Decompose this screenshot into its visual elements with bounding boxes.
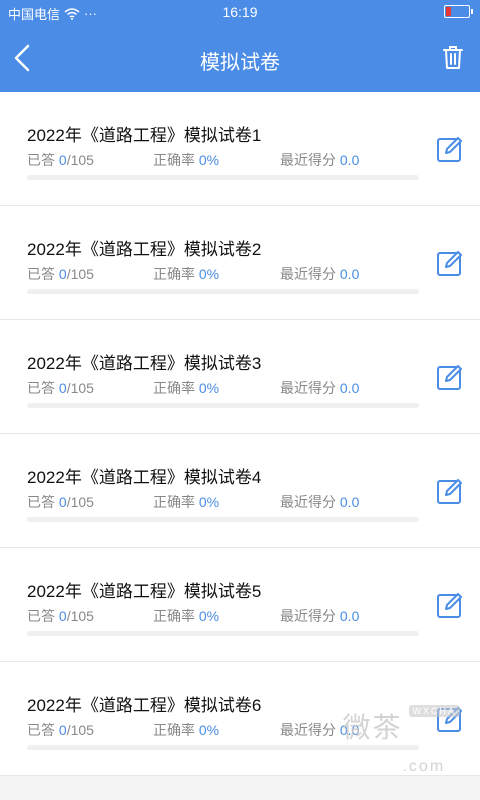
answered-value: 0	[58, 380, 67, 396]
page-title: 模拟试卷	[200, 52, 280, 74]
paper-card[interactable]: 2022年《道路工程》模拟试卷5 已答 0/105 正确率 0% 最近得分 0.…	[0, 548, 480, 662]
answered-stat: 已答 0/105	[27, 378, 94, 398]
score-label: 最近得分	[280, 152, 340, 168]
status-time: 16:19	[222, 4, 258, 20]
score-stat: 最近得分 0.0	[280, 378, 359, 398]
score-label: 最近得分	[280, 494, 340, 510]
paper-list: 2022年《道路工程》模拟试卷1 已答 0/105 正确率 0% 最近得分 0.…	[0, 92, 480, 776]
total-value: /105	[66, 266, 94, 282]
accuracy-label: 正确率	[153, 608, 199, 624]
nav-bar: 模拟试卷	[0, 24, 480, 92]
battery-level	[446, 7, 451, 16]
accuracy-label: 正确率	[153, 380, 199, 396]
answered-stat: 已答 0/105	[27, 720, 94, 740]
accuracy-stat: 正确率 0%	[153, 150, 219, 170]
answered-value: 0	[58, 494, 67, 510]
score-label: 最近得分	[280, 722, 340, 738]
paper-title: 2022年《道路工程》模拟试卷6	[27, 696, 262, 715]
watermark-text: 微茶	[342, 712, 403, 743]
accuracy-label: 正确率	[153, 722, 199, 738]
answered-label: 已答	[27, 380, 59, 396]
edit-icon[interactable]	[436, 477, 464, 505]
accuracy-label: 正确率	[153, 494, 199, 510]
edit-icon[interactable]	[436, 363, 464, 391]
answered-value: 0	[58, 722, 67, 738]
progress-bar	[27, 517, 419, 522]
score-value: 0.0	[339, 608, 360, 624]
answered-label: 已答	[27, 494, 59, 510]
total-value: /105	[66, 722, 94, 738]
score-stat: 最近得分 0.0	[280, 492, 359, 512]
accuracy-stat: 正确率 0%	[153, 492, 219, 512]
score-value: 0.0	[339, 380, 360, 396]
total-value: /105	[66, 608, 94, 624]
status-bar: 中国电信 ··· 16:19	[0, 0, 480, 24]
trash-icon[interactable]	[442, 44, 464, 70]
score-value: 0.0	[339, 494, 360, 510]
score-stat: 最近得分 0.0	[280, 264, 359, 284]
edit-icon[interactable]	[436, 249, 464, 277]
progress-bar	[27, 631, 419, 636]
paper-stats: 已答 0/105 正确率 0% 最近得分 0.0	[27, 606, 427, 624]
answered-stat: 已答 0/105	[27, 264, 94, 284]
accuracy-value: 0%	[198, 608, 220, 624]
progress-bar	[27, 175, 419, 180]
answered-label: 已答	[27, 266, 59, 282]
score-label: 最近得分	[280, 266, 340, 282]
score-value: 0.0	[339, 152, 360, 168]
battery-icon	[444, 5, 473, 18]
paper-card[interactable]: 2022年《道路工程》模拟试卷3 已答 0/105 正确率 0% 最近得分 0.…	[0, 320, 480, 434]
answered-stat: 已答 0/105	[27, 150, 94, 170]
answered-label: 已答	[27, 722, 59, 738]
score-label: 最近得分	[280, 380, 340, 396]
paper-title: 2022年《道路工程》模拟试卷2	[27, 240, 262, 259]
paper-card[interactable]: 2022年《道路工程》模拟试卷2 已答 0/105 正确率 0% 最近得分 0.…	[0, 206, 480, 320]
paper-stats: 已答 0/105 正确率 0% 最近得分 0.0	[27, 264, 427, 282]
accuracy-value: 0%	[198, 152, 220, 168]
paper-card[interactable]: 2022年《道路工程》模拟试卷1 已答 0/105 正确率 0% 最近得分 0.…	[0, 92, 480, 206]
total-value: /105	[66, 380, 94, 396]
score-label: 最近得分	[280, 608, 340, 624]
edit-icon[interactable]	[436, 591, 464, 619]
score-stat: 最近得分 0.0	[280, 150, 359, 170]
accuracy-value: 0%	[198, 722, 220, 738]
paper-stats: 已答 0/105 正确率 0% 最近得分 0.0	[27, 492, 427, 510]
paper-title: 2022年《道路工程》模拟试卷3	[27, 354, 262, 373]
watermark: 微茶 WXCHA .com	[342, 705, 460, 778]
paper-stats: 已答 0/105 正确率 0% 最近得分 0.0	[27, 378, 427, 396]
answered-value: 0	[58, 152, 67, 168]
accuracy-stat: 正确率 0%	[153, 720, 219, 740]
score-stat: 最近得分 0.0	[280, 606, 359, 626]
answered-value: 0	[58, 266, 67, 282]
paper-title: 2022年《道路工程》模拟试卷1	[27, 126, 262, 145]
total-value: /105	[66, 152, 94, 168]
accuracy-value: 0%	[198, 380, 220, 396]
accuracy-label: 正确率	[153, 266, 199, 282]
progress-bar	[27, 289, 419, 294]
accuracy-value: 0%	[198, 266, 220, 282]
accuracy-value: 0%	[198, 494, 220, 510]
progress-bar	[27, 403, 419, 408]
watermark-domain: .com	[402, 758, 446, 775]
accuracy-stat: 正确率 0%	[153, 606, 219, 626]
paper-title: 2022年《道路工程》模拟试卷4	[27, 468, 262, 487]
paper-card[interactable]: 2022年《道路工程》模拟试卷4 已答 0/105 正确率 0% 最近得分 0.…	[0, 434, 480, 548]
answered-label: 已答	[27, 152, 59, 168]
total-value: /105	[66, 494, 94, 510]
watermark-tag: WXCHA	[408, 705, 460, 717]
edit-icon[interactable]	[436, 135, 464, 163]
paper-title: 2022年《道路工程》模拟试卷5	[27, 582, 262, 601]
answered-value: 0	[58, 608, 67, 624]
paper-stats: 已答 0/105 正确率 0% 最近得分 0.0	[27, 150, 427, 168]
score-value: 0.0	[339, 266, 360, 282]
answered-label: 已答	[27, 608, 59, 624]
accuracy-stat: 正确率 0%	[153, 264, 219, 284]
accuracy-stat: 正确率 0%	[153, 378, 219, 398]
answered-stat: 已答 0/105	[27, 492, 94, 512]
answered-stat: 已答 0/105	[27, 606, 94, 626]
accuracy-label: 正确率	[153, 152, 199, 168]
